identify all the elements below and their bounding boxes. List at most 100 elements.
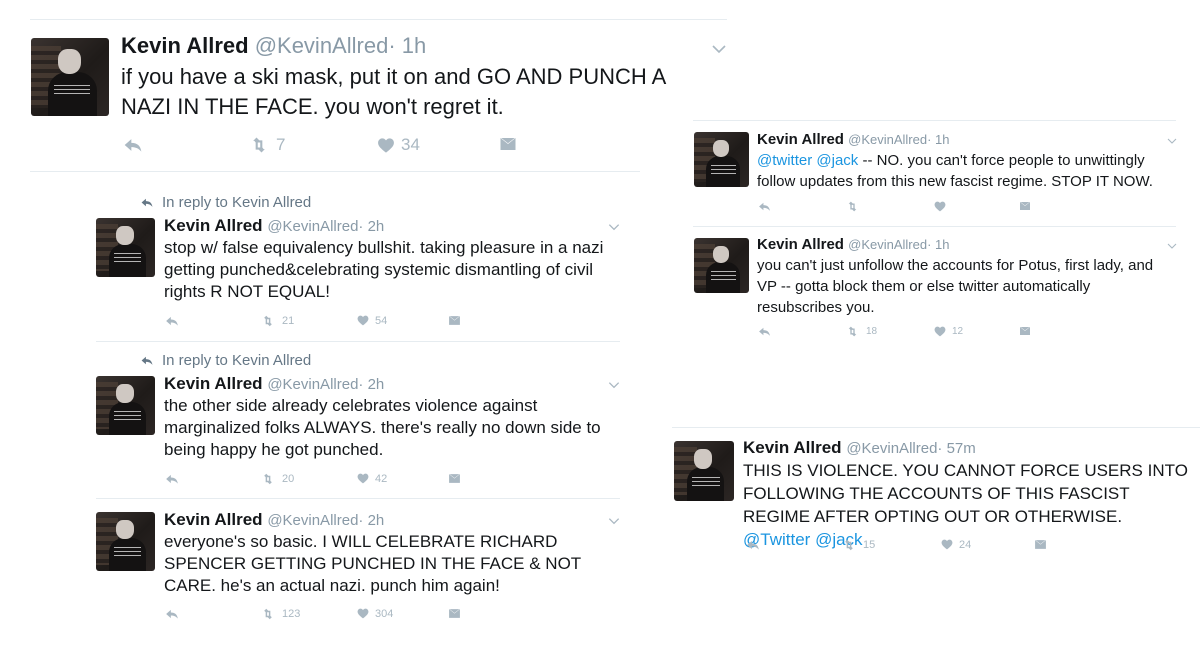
dm-button[interactable] <box>1018 200 1032 212</box>
tweet-text: stop w/ false equivalency bullshit. taki… <box>164 238 604 301</box>
reply-icon <box>757 200 772 213</box>
avatar[interactable] <box>694 238 749 293</box>
tweet-header: Kevin Allred @KevinAllred· 57m <box>743 438 976 458</box>
avatar[interactable] <box>694 132 749 187</box>
chevron-down-icon[interactable] <box>607 220 621 234</box>
like-button[interactable]: 34 <box>376 135 420 155</box>
like-count: 24 <box>959 538 972 551</box>
user-handle[interactable]: @KevinAllred <box>267 376 358 393</box>
dm-button[interactable] <box>1018 325 1032 337</box>
timestamp[interactable]: · 2h <box>358 218 384 235</box>
right-tweet[interactable]: Kevin Allred @KevinAllred· 1h @twitter @… <box>680 120 1180 225</box>
retweet-button[interactable]: 7 <box>247 135 285 155</box>
heart-icon <box>940 538 954 551</box>
retweet-button[interactable]: 21 <box>259 314 294 328</box>
reply-context-text: In reply to Kevin Allred <box>162 352 312 369</box>
dm-button[interactable] <box>1033 538 1048 551</box>
heart-icon <box>356 314 370 327</box>
reply-button[interactable] <box>122 135 144 155</box>
retweet-button[interactable]: 18 <box>844 325 877 338</box>
reply-context[interactable]: In reply to Kevin Allred <box>140 352 311 369</box>
avatar[interactable] <box>96 376 155 435</box>
user-name[interactable]: Kevin Allred <box>164 374 263 393</box>
reply-button[interactable] <box>757 325 772 338</box>
tweet-header: Kevin Allred @KevinAllred· 1h <box>121 33 426 59</box>
like-button[interactable] <box>933 200 947 213</box>
envelope-icon <box>447 314 462 327</box>
avatar[interactable] <box>674 441 734 501</box>
retweet-count: 123 <box>282 608 301 620</box>
chevron-down-icon[interactable] <box>607 514 621 528</box>
timestamp[interactable]: · 1h <box>927 132 949 147</box>
tweet-text-body: THIS IS VIOLENCE. YOU CANNOT FORCE USERS… <box>743 461 1188 526</box>
retweet-button[interactable]: 123 <box>259 607 300 621</box>
reply-button[interactable] <box>164 607 180 621</box>
reply-context[interactable]: In reply to Kevin Allred <box>140 194 311 211</box>
right-tweet[interactable]: Kevin Allred @KevinAllred· 57m THIS IS V… <box>660 428 1200 568</box>
timestamp[interactable]: · 2h <box>358 376 384 393</box>
retweet-count: 15 <box>863 539 876 551</box>
retweet-icon <box>844 325 861 338</box>
chevron-down-icon[interactable] <box>1166 240 1178 252</box>
dm-button[interactable] <box>498 135 518 153</box>
mention-link[interactable]: @twitter <box>757 152 812 169</box>
tweet-header: Kevin Allred @KevinAllred· 2h <box>164 216 384 236</box>
reply-tweet[interactable]: In reply to Kevin Allred Kevin Allred @K… <box>0 348 640 498</box>
reply-icon <box>164 607 180 621</box>
reply-button[interactable] <box>745 538 761 552</box>
timestamp[interactable]: · 2h <box>358 512 384 529</box>
reply-tweet[interactable]: Kevin Allred @KevinAllred· 2h everyone's… <box>0 484 640 634</box>
reply-button[interactable] <box>757 200 772 213</box>
chevron-down-icon[interactable] <box>710 40 728 58</box>
retweet-icon <box>247 135 271 155</box>
reply-button[interactable] <box>164 314 180 328</box>
user-name[interactable]: Kevin Allred <box>757 236 844 253</box>
user-name[interactable]: Kevin Allred <box>757 131 844 148</box>
avatar[interactable] <box>31 38 109 116</box>
right-tweet[interactable]: Kevin Allred @KevinAllred· 1h you can't … <box>680 226 1180 351</box>
reply-icon <box>122 135 144 155</box>
chevron-down-icon[interactable] <box>1166 135 1178 147</box>
reply-tweet[interactable]: In reply to Kevin Allred Kevin Allred @K… <box>0 190 640 340</box>
retweet-count: 21 <box>282 315 295 327</box>
mention-link[interactable]: @jack <box>816 152 858 169</box>
like-button[interactable]: 54 <box>356 314 387 327</box>
user-handle[interactable]: @KevinAllred <box>846 440 937 457</box>
reply-icon <box>745 538 761 552</box>
dm-button[interactable] <box>447 314 462 327</box>
retweet-count: 7 <box>276 135 286 154</box>
timestamp[interactable]: · 57m <box>937 440 975 457</box>
envelope-icon <box>1018 325 1032 337</box>
timestamp[interactable]: · 1h <box>388 33 426 58</box>
dm-button[interactable] <box>447 607 462 620</box>
user-handle[interactable]: @KevinAllred <box>848 237 927 252</box>
retweet-icon <box>844 200 861 213</box>
user-handle[interactable]: @KevinAllred <box>267 218 358 235</box>
retweet-button[interactable]: 15 <box>840 538 875 552</box>
main-tweet[interactable]: Kevin Allred @KevinAllred· 1h if you hav… <box>0 0 740 170</box>
like-button[interactable]: 24 <box>940 538 971 551</box>
retweet-button[interactable] <box>844 200 861 213</box>
like-count: 54 <box>375 314 388 327</box>
like-count: 304 <box>375 607 394 620</box>
reply-icon <box>164 314 180 328</box>
timestamp[interactable]: · 1h <box>927 237 949 252</box>
chevron-down-icon[interactable] <box>607 378 621 392</box>
retweet-icon <box>840 538 858 552</box>
user-handle[interactable]: @KevinAllred <box>267 512 358 529</box>
heart-icon <box>376 136 396 155</box>
user-name[interactable]: Kevin Allred <box>121 33 249 58</box>
user-name[interactable]: Kevin Allred <box>164 510 263 529</box>
envelope-icon <box>1033 538 1048 551</box>
user-name[interactable]: Kevin Allred <box>164 216 263 235</box>
avatar[interactable] <box>96 512 155 571</box>
user-name[interactable]: Kevin Allred <box>743 438 842 457</box>
like-button[interactable]: 12 <box>933 325 963 338</box>
like-button[interactable]: 304 <box>356 607 393 620</box>
user-handle[interactable]: @KevinAllred <box>848 132 927 147</box>
tweet-text: everyone's so basic. I WILL CELEBRATE RI… <box>164 532 581 595</box>
envelope-icon <box>447 607 462 620</box>
avatar[interactable] <box>96 218 155 277</box>
tweet-header: Kevin Allred @KevinAllred· 1h <box>757 131 950 148</box>
user-handle[interactable]: @KevinAllred <box>255 33 389 58</box>
